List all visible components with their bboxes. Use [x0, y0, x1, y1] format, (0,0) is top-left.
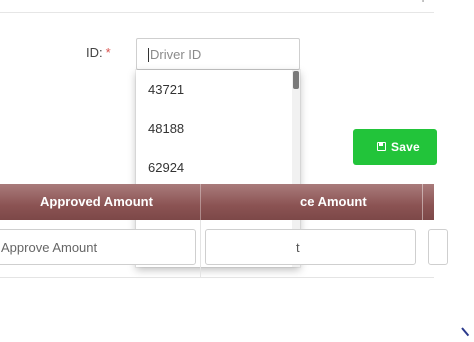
approve-amount-placeholder: Approve Amount [1, 240, 98, 255]
header-divider [200, 184, 201, 220]
scrollbar-thumb[interactable] [293, 71, 299, 89]
text-cursor [148, 48, 149, 62]
driver-id-select[interactable]: Driver ID [136, 38, 300, 70]
save-button-label: Save [391, 140, 420, 154]
floppy-disk-icon [377, 142, 386, 151]
header-divider [422, 184, 423, 220]
top-divider [0, 12, 434, 13]
dropdown-option[interactable]: 62924 [148, 160, 184, 175]
required-asterisk: * [105, 45, 111, 60]
corner-icon: ⌐ [422, 0, 434, 6]
save-button[interactable]: Save [353, 129, 437, 165]
id-label: ID: * [86, 45, 111, 60]
second-amount-placeholder: t [296, 240, 300, 255]
dropdown-option[interactable]: 43721 [148, 82, 184, 97]
dropdown-option[interactable]: 48188 [148, 121, 184, 136]
table-header: Approved Amount ce Amount [0, 184, 434, 220]
approve-amount-input[interactable]: Approve Amount [0, 229, 196, 265]
column-divider [200, 220, 201, 278]
header-approved-amount: Approved Amount [40, 194, 153, 209]
header-second-amount: ce Amount [300, 194, 367, 209]
id-label-text: ID: [86, 45, 103, 60]
second-amount-input[interactable]: t [205, 229, 416, 265]
corner-mark-icon [461, 327, 470, 337]
third-column-input[interactable] [428, 229, 448, 265]
row-divider [0, 277, 434, 278]
driver-id-placeholder: Driver ID [150, 47, 202, 62]
